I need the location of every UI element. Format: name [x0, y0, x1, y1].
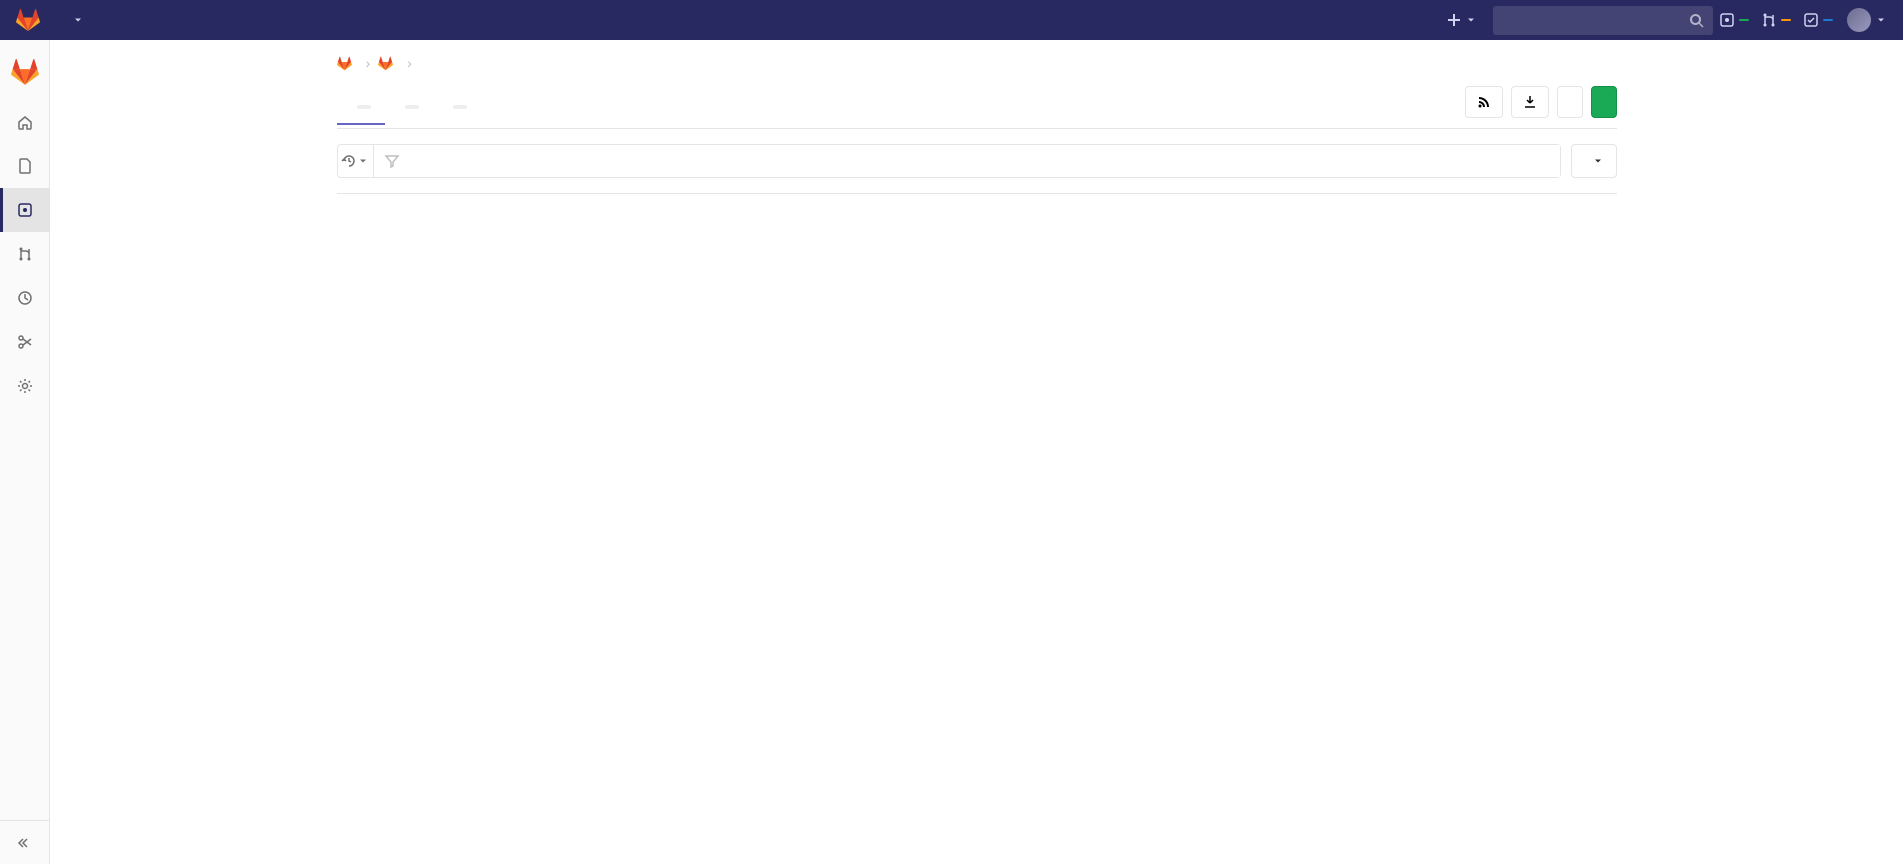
header-issues-counter[interactable] [1713, 12, 1755, 28]
export-button[interactable] [1511, 86, 1549, 118]
header-mrs-counter[interactable] [1755, 12, 1797, 28]
chevron-down-icon [357, 155, 369, 167]
tab-open[interactable] [337, 89, 385, 125]
issue-icon [17, 202, 33, 218]
sidebar-item-cicd[interactable] [0, 276, 50, 320]
nav-milestones[interactable] [146, 5, 166, 35]
badge [1739, 19, 1749, 21]
plus-icon [1446, 12, 1462, 28]
filter-bar [337, 144, 1561, 178]
search-scope[interactable] [1493, 6, 1513, 35]
sidebar-item-project[interactable] [0, 100, 50, 144]
edit-issues-button[interactable] [1557, 86, 1583, 118]
rss-icon [1476, 94, 1492, 110]
state-tabs-row [337, 86, 1617, 129]
state-tabs [337, 89, 481, 125]
snippets-icon [17, 334, 33, 350]
merge-request-icon [1761, 12, 1777, 28]
project-avatar[interactable] [7, 54, 43, 90]
new-issue-button[interactable] [1591, 86, 1617, 118]
sidebar-item-snippets[interactable] [0, 320, 50, 364]
gitlab-logo-icon [16, 8, 40, 32]
primary-nav [62, 5, 190, 35]
clock-icon [17, 290, 33, 306]
sidebar-item-settings[interactable] [0, 364, 50, 408]
breadcrumb-project[interactable] [378, 56, 399, 71]
history-icon [341, 153, 357, 169]
gitlab-logo-icon [337, 56, 352, 71]
sort-dropdown[interactable] [1571, 144, 1617, 178]
sidebar-collapse-button[interactable] [0, 820, 50, 864]
sidebar-item-repository[interactable] [0, 144, 50, 188]
badge [1823, 19, 1833, 21]
tab-count [357, 105, 371, 109]
tab-all[interactable] [433, 89, 481, 125]
nav-projects[interactable] [62, 5, 94, 35]
gitlab-logo-icon [11, 58, 39, 86]
chevron-down-icon [1465, 14, 1477, 26]
home-icon [17, 114, 33, 130]
download-icon [1522, 94, 1538, 110]
rss-button[interactable] [1465, 86, 1503, 118]
breadcrumb-separator: › [366, 55, 371, 71]
sidebar-item-merge-requests[interactable] [0, 232, 50, 276]
chevron-down-icon [1592, 155, 1604, 167]
brand-logo[interactable] [16, 8, 46, 32]
tab-closed[interactable] [385, 89, 433, 125]
sidebar-item-issues[interactable] [0, 188, 50, 232]
issue-icon [1719, 12, 1735, 28]
gitlab-logo-icon [378, 56, 393, 71]
filter-icon-wrap [374, 145, 410, 177]
todo-icon [1803, 12, 1819, 28]
badge [1781, 19, 1791, 21]
nav-snippets[interactable] [170, 5, 190, 35]
filter-input[interactable] [410, 145, 1560, 177]
header-todos-counter[interactable] [1797, 12, 1839, 28]
breadcrumb-org[interactable] [337, 56, 358, 71]
project-sidebar [0, 40, 50, 864]
breadcrumb: › › [337, 40, 1617, 86]
search-icon [1689, 13, 1705, 29]
tab-count [405, 105, 419, 109]
global-search-input[interactable] [1513, 6, 1713, 35]
doc-icon [17, 158, 33, 174]
filter-row [337, 129, 1617, 193]
nav-activity[interactable] [122, 5, 142, 35]
merge-request-icon [17, 246, 33, 262]
chevron-down-icon [72, 14, 84, 26]
issues-list [337, 193, 1617, 194]
tab-count [453, 105, 467, 109]
user-avatar[interactable] [1847, 8, 1871, 32]
gear-icon [17, 378, 33, 394]
chevron-down-icon [1875, 14, 1887, 26]
collapse-icon [17, 835, 33, 851]
top-nav [0, 0, 1903, 40]
breadcrumb-separator: › [407, 55, 412, 71]
filter-history-button[interactable] [338, 145, 374, 177]
filter-icon [384, 153, 400, 169]
nav-groups[interactable] [98, 5, 118, 35]
new-dropdown[interactable] [1438, 6, 1485, 34]
